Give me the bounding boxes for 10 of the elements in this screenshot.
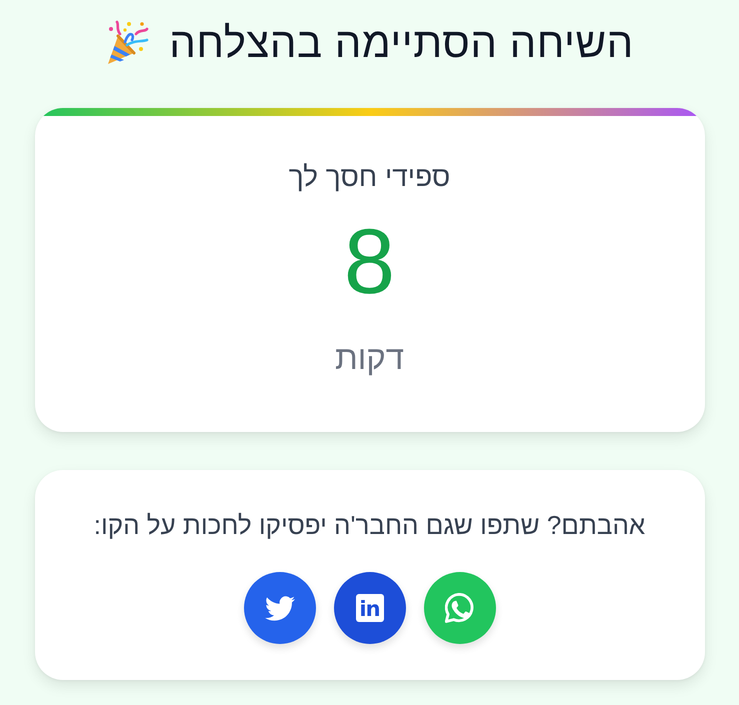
minutes-unit: דקות <box>334 340 404 376</box>
minutes-value: 8 <box>344 216 396 308</box>
share-prompt: אהבתם? שתפו שגם החבר'ה יפסיקו לחכות על הקו: <box>94 510 646 540</box>
savings-label: ספידי חסך לך <box>288 161 450 193</box>
bird-icon <box>264 596 294 620</box>
page-title: השיחה הסתיימה בהצלחה <box>169 20 634 66</box>
in-logo: in <box>356 594 384 622</box>
party-popper-icon <box>105 20 150 66</box>
share-button[interactable]: in <box>334 572 406 644</box>
chat-bubble-phone-icon <box>445 593 474 623</box>
